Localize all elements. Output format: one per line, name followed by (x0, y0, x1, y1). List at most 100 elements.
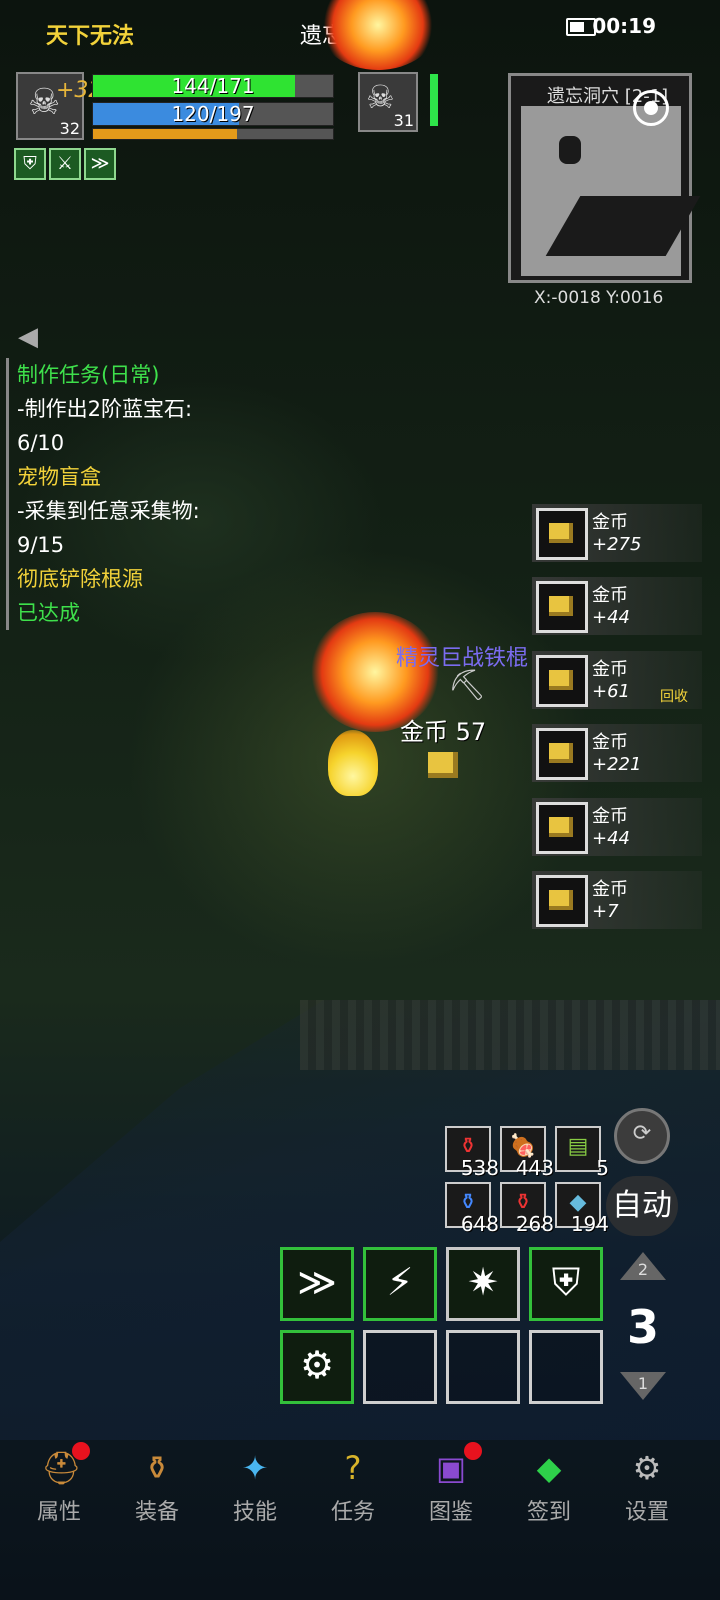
skull-helmet-icon: ☠ (366, 78, 395, 116)
nav-label: 签到 (526, 1500, 571, 1525)
quest-collapse-arrow-icon[interactable]: ◀ (18, 322, 38, 352)
switch-target-button[interactable]: ⟳ (614, 1108, 670, 1164)
mp-text: 120/197 (171, 102, 255, 126)
nav-bag[interactable]: ⚱ 装备 (112, 1436, 202, 1536)
loot-entry: 金币 +44 (532, 797, 702, 856)
item-count: 194 (570, 1212, 609, 1236)
guild-name: 天下无法 (46, 24, 135, 49)
loot-entry: 金币 +7 (532, 871, 702, 929)
item-count: 443 (515, 1156, 554, 1180)
claw-skill-icon: ⚡ (386, 1260, 414, 1304)
gear-icon: ⚙ (632, 1449, 662, 1487)
minimap-rock (559, 136, 581, 164)
dash-buff-icon[interactable]: ≫ (84, 148, 116, 180)
quest-line: 6/10 (17, 431, 65, 455)
nav-book[interactable]: ▣ 图鉴 (406, 1436, 496, 1536)
helmet-icon: ⛑ (41, 1449, 82, 1487)
book-icon: ▣ (435, 1449, 467, 1487)
quest-line: 已达成 (17, 601, 80, 625)
player-character (314, 700, 394, 796)
fire-aura-effect (328, 730, 378, 796)
quest-line: 制作任务(日常) (17, 363, 160, 387)
shield-buff-icon[interactable]: ⛨ (14, 148, 46, 180)
loot-amount: +275 (592, 534, 642, 555)
loot-amount: +61 (592, 680, 630, 702)
notification-badge (464, 1442, 482, 1460)
skill-slot[interactable]: ⚡ (363, 1247, 437, 1321)
loot-name: 金币 (592, 732, 628, 754)
sword-shield-buff-icon[interactable]: ⚔ (49, 148, 81, 180)
skill-orb-icon: ✦ (241, 1449, 269, 1487)
loot-amount: +221 (592, 754, 642, 776)
loot-name: 金币 (592, 879, 628, 900)
mp-bar: 120/197 (92, 102, 334, 126)
target-level: 31 (393, 111, 414, 130)
gold-coin-icon (536, 875, 588, 927)
auto-button[interactable]: 自动 (606, 1176, 678, 1236)
empty-skill-slot[interactable] (363, 1330, 437, 1404)
refresh-icon: ⟳ (632, 1121, 652, 1146)
shield-skill-icon: ⛨ (551, 1260, 581, 1304)
empty-skill-slot[interactable] (529, 1330, 603, 1404)
gold-coin-icon (536, 801, 588, 854)
buff-list: ⛨ ⚔ ≫ (14, 148, 116, 180)
loot-amount: +44 (592, 827, 630, 849)
player-level: 32 (59, 119, 80, 138)
quest-line: -制作出2阶蓝宝石: (17, 397, 193, 421)
hp-bar: 144/171 (92, 74, 334, 98)
skill-slot[interactable]: ✷ (446, 1247, 520, 1321)
nav-label: 装备 (134, 1500, 179, 1525)
exp-bar-fill (93, 129, 237, 139)
gold-coin-icon (536, 728, 588, 781)
nav-label: 属性 (36, 1500, 81, 1525)
loot-amount: +44 (592, 607, 630, 629)
gold-drop[interactable] (428, 752, 458, 778)
nav-question[interactable]: ? 任务 (308, 1436, 398, 1536)
gold-coin-icon (536, 581, 588, 634)
camera-icon[interactable] (633, 90, 669, 126)
target-portrait[interactable]: ☠ 31 (358, 72, 418, 132)
question-icon: ? (344, 1449, 362, 1487)
target-hp-bar (430, 74, 438, 126)
nav-gem[interactable]: ◆ 签到 (504, 1436, 594, 1536)
player-coordinates: X:-0018 Y:0016 (534, 288, 664, 308)
gear-skill-icon: ⚙ (299, 1343, 335, 1387)
quest-line: 9/15 (17, 533, 65, 557)
clock: 00:19 (592, 14, 656, 38)
loot-entry: 金币 +44 (532, 577, 702, 636)
bottom-nav: ⛑ 属性 ⚱ 装备 ✦ 技能? 任务 ▣ 图鉴 ◆ 签到 ⚙ 设置 (0, 1436, 720, 1536)
burst-skill-icon: ✷ (467, 1260, 499, 1304)
quest-line: -采集到任意采集物: (17, 499, 200, 523)
loot-entry: 金币 +275 (532, 504, 702, 562)
nav-label: 设置 (624, 1500, 669, 1525)
loot-name: 金币 (592, 512, 628, 533)
gold-coin-icon (536, 508, 588, 560)
quest-tracker[interactable]: 制作任务(日常) -制作出2阶蓝宝石: 6/10 宠物盲盒 -采集到任意采集物: 9/15… (6, 358, 200, 630)
gold-popup: 金币 57 (400, 718, 487, 746)
loot-name: 金币 (592, 585, 628, 607)
item-count: 538 (460, 1156, 499, 1180)
loot-entry: 金币 +221 (532, 724, 702, 783)
gold-coin-icon (536, 654, 588, 707)
nav-label: 图鉴 (428, 1500, 473, 1525)
cave-rock-edge (300, 1000, 720, 1070)
pickaxe-icon: ⛏ (448, 668, 487, 703)
notification-badge (72, 1442, 90, 1460)
skill-slot[interactable]: ⛨ (529, 1247, 603, 1321)
dash-skill-icon: ≫ (297, 1260, 337, 1304)
skill-slot[interactable]: ≫ (280, 1247, 354, 1321)
nav-label: 任务 (330, 1500, 375, 1525)
exp-bar (92, 128, 334, 140)
item-count: 648 (460, 1212, 499, 1236)
loot-amount: +7 (592, 901, 619, 922)
quest-line: 彻底铲除根源 (17, 567, 143, 591)
recycle-label[interactable]: 回收 (660, 686, 688, 706)
nav-skill-orb[interactable]: ✦ 技能 (210, 1436, 300, 1536)
nav-gear[interactable]: ⚙ 设置 (602, 1436, 692, 1536)
item-count: 5 (596, 1156, 609, 1180)
skill-slot[interactable]: ⚙ (280, 1330, 354, 1404)
empty-skill-slot[interactable] (446, 1330, 520, 1404)
minimap[interactable]: 遗忘洞穴 [2-1] (508, 73, 701, 283)
nav-helmet[interactable]: ⛑ 属性 (14, 1436, 104, 1536)
bag-icon: ⚱ (143, 1449, 171, 1487)
